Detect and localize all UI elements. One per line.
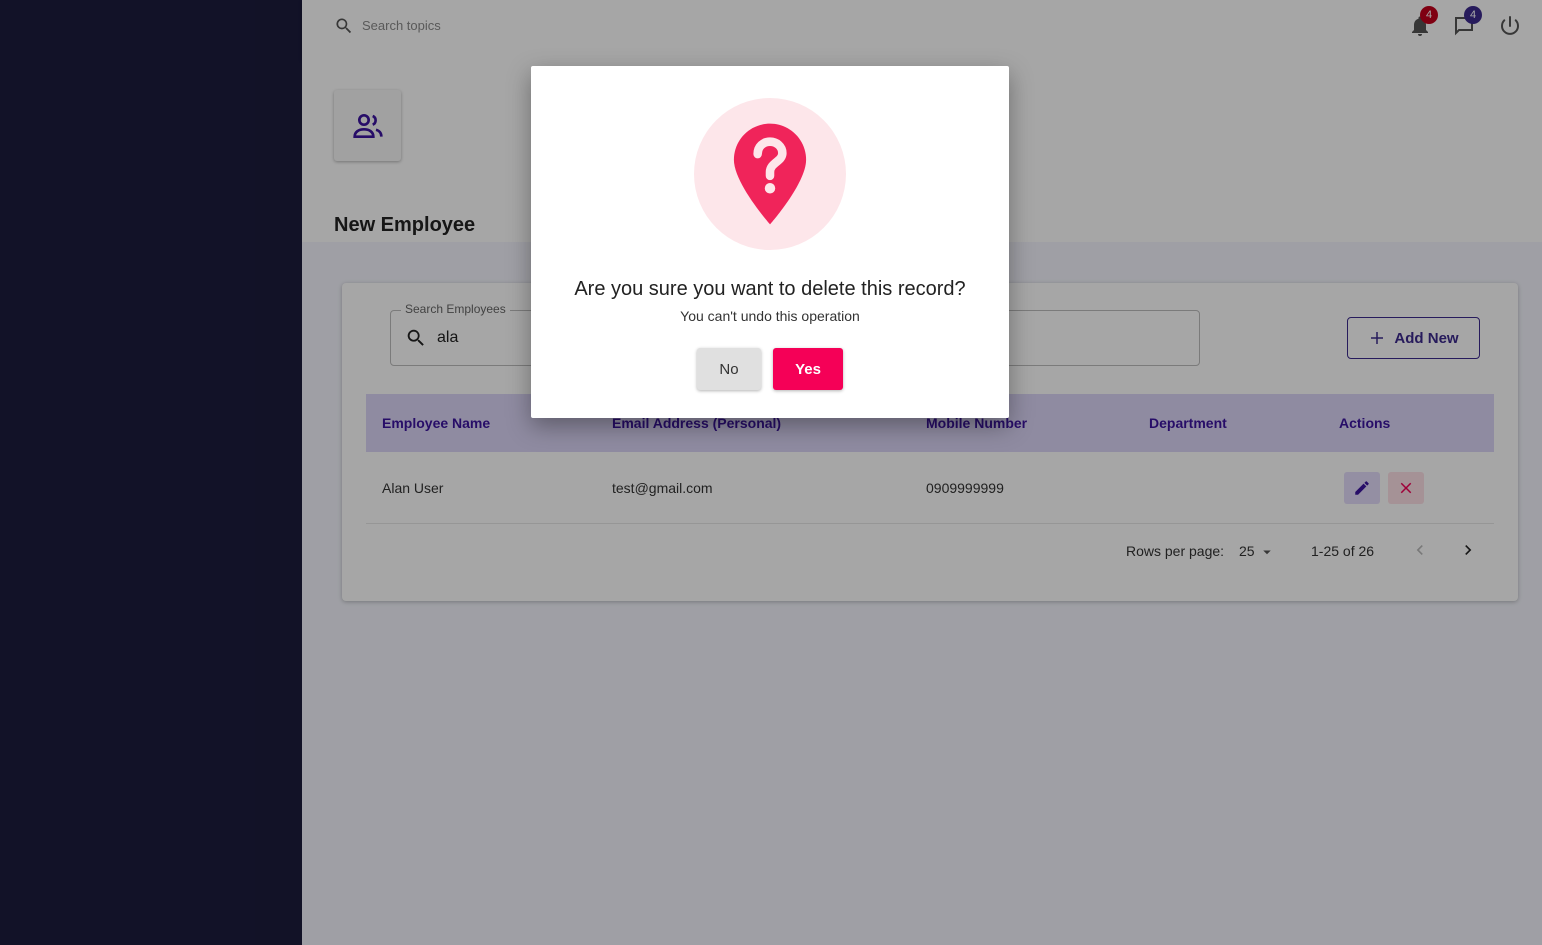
dialog-title: Are you sure you want to delete this rec… [574, 278, 966, 300]
no-button[interactable]: No [697, 348, 761, 390]
yes-button[interactable]: Yes [773, 348, 843, 390]
dialog-icon-circle [694, 98, 846, 250]
dialog-subtitle: You can't undo this operation [680, 308, 860, 324]
confirm-delete-dialog: Are you sure you want to delete this rec… [531, 66, 1009, 418]
question-pin-icon [733, 123, 807, 225]
